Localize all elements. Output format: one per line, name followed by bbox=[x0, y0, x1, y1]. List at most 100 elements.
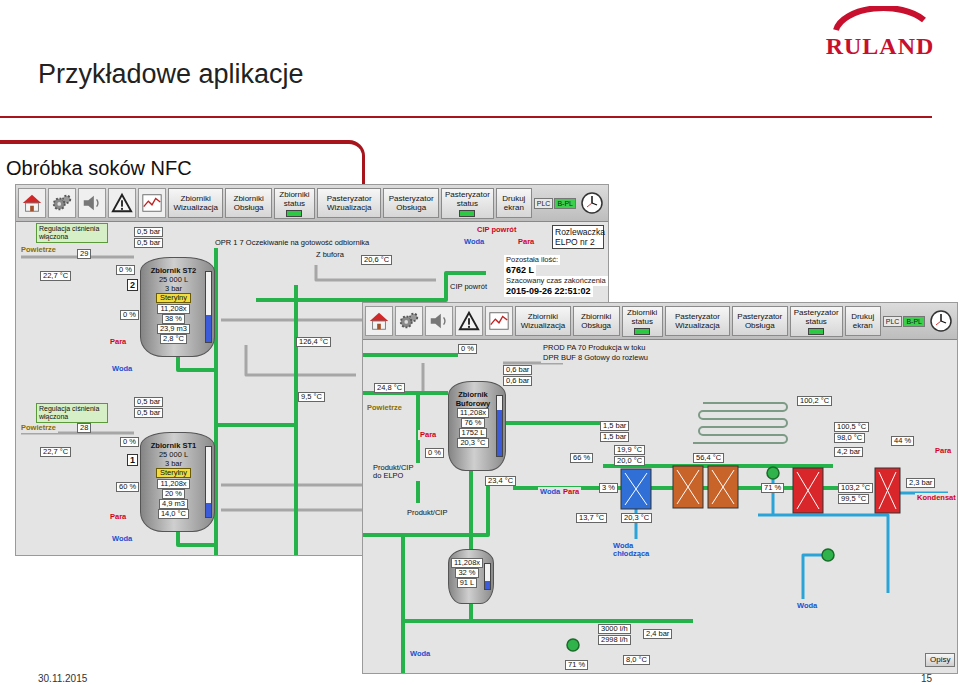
gears-icon[interactable] bbox=[395, 306, 423, 336]
pipe bbox=[316, 265, 436, 280]
plc-status: PLCB-PL bbox=[534, 198, 576, 209]
tank-reading: 76 % bbox=[461, 418, 484, 428]
process-label: 1,5 bar bbox=[600, 421, 629, 431]
process-label: 0 % bbox=[120, 310, 139, 320]
tank-spec: 3 bar bbox=[165, 284, 182, 293]
trend-icon[interactable] bbox=[138, 188, 166, 218]
toolbar-button[interactable]: Drukuj ekran bbox=[496, 188, 532, 218]
toolbar-button[interactable]: Zbiorniki status bbox=[274, 188, 315, 219]
trend-icon[interactable] bbox=[485, 306, 513, 336]
home-icon[interactable] bbox=[365, 306, 393, 336]
tank-status: Sterylny bbox=[156, 293, 191, 303]
tank-number: 1 bbox=[127, 454, 138, 466]
toolbar-button[interactable]: Zbiorniki Obsługa bbox=[573, 306, 620, 336]
slide-body: Obróbka soków NFCZbiorniki WizualizacjaZ… bbox=[0, 118, 960, 673]
heat-exchanger bbox=[875, 468, 900, 513]
pipe bbox=[422, 363, 425, 393]
toolbar-button-label: Zbiorniki Obsługa bbox=[229, 194, 267, 212]
process-label: Para bbox=[418, 430, 438, 440]
toolbar-button[interactable]: Pasteryzator status bbox=[441, 188, 494, 219]
toolbar-button[interactable]: Drukuj ekran bbox=[845, 306, 881, 336]
process-label: Woda bbox=[110, 534, 134, 544]
toolbar-button[interactable]: Zbiorniki Wizualizacja bbox=[515, 306, 571, 336]
pipe bbox=[506, 421, 613, 425]
toolbar-button[interactable]: Pasteryzator Obsługa bbox=[383, 188, 438, 218]
heat-exchanger bbox=[621, 469, 651, 509]
gears-icon[interactable] bbox=[48, 188, 76, 218]
speaker-icon[interactable] bbox=[425, 306, 453, 336]
toolbar-button-label: Pasteryzator Wizualizacja bbox=[669, 312, 726, 330]
tank-reading: 11,208x bbox=[157, 479, 189, 489]
tank-info: Zbiornik ST125 000 L3 barSterylny11,208x… bbox=[140, 432, 215, 532]
toolbar: Zbiorniki WizualizacjaZbiorniki ObsługaZ… bbox=[363, 303, 957, 340]
status-indicator bbox=[459, 210, 475, 217]
process-label: DPR BUF 8 Gotowy do rozlewu bbox=[541, 353, 650, 363]
process-label: Para bbox=[561, 487, 581, 497]
toolbar-button[interactable]: Zbiorniki status bbox=[622, 306, 663, 337]
tank-reading: 23,9 m3 bbox=[157, 324, 190, 334]
process-label: 24,8 °C bbox=[374, 383, 405, 393]
home-icon[interactable] bbox=[18, 188, 46, 218]
pipe bbox=[221, 484, 366, 487]
clock-icon bbox=[578, 188, 606, 218]
pipe bbox=[758, 515, 888, 593]
process-label: OPR 1 7 Oczekiwanie na gotowość odbiorni… bbox=[213, 238, 371, 248]
process-diagram: Zbiornik Buforowy11,208x76 %1752 L20,3 °… bbox=[363, 340, 957, 673]
toolbar-button[interactable]: Pasteryzator status bbox=[790, 306, 843, 337]
pump-icon[interactable] bbox=[822, 549, 834, 561]
toolbar-button-label: Pasteryzator status bbox=[794, 308, 839, 326]
process-label: Powietrze bbox=[19, 423, 58, 433]
pipe bbox=[178, 532, 216, 545]
process-label: 0 % bbox=[425, 448, 444, 458]
tank-level-bar bbox=[484, 563, 491, 590]
pump-icon[interactable] bbox=[767, 467, 779, 479]
toolbar-button[interactable]: Zbiorniki Wizualizacja bbox=[168, 188, 223, 218]
pipe bbox=[469, 471, 473, 549]
pipe bbox=[216, 423, 296, 427]
process-label: 2,3 bar bbox=[906, 478, 935, 488]
toolbar: Zbiorniki Wizualizacja Zbiorniki Obsługa Z… bbox=[16, 185, 608, 222]
process-label: 0,5 bar bbox=[134, 227, 163, 237]
descriptions-button[interactable]: Opisy bbox=[925, 653, 955, 667]
logo-text: RULAND bbox=[826, 32, 935, 60]
header-rule bbox=[0, 116, 932, 118]
process-label: 0 % bbox=[458, 344, 477, 354]
toolbar-button[interactable]: Pasteryzator Obsługa bbox=[732, 306, 788, 336]
process-label: 0,6 bar bbox=[503, 376, 532, 386]
process-label: Woda bbox=[408, 649, 432, 659]
heat-exchanger bbox=[708, 466, 738, 508]
process-label: Z bufora bbox=[314, 250, 346, 260]
tank[interactable]: Zbiornik Buforowy11,208x76 %1752 L20,3 °… bbox=[448, 381, 506, 471]
toolbar-button[interactable]: Zbiorniki Obsługa bbox=[225, 188, 271, 218]
process-label: 9,5 °C bbox=[298, 392, 325, 402]
tank[interactable]: 11,208x32 %91 L bbox=[448, 549, 494, 604]
toolbar-button[interactable]: Pasteryzator Wizualizacja bbox=[665, 306, 730, 336]
warning-icon[interactable] bbox=[455, 306, 483, 336]
tank-name: Zbiornik Buforowy bbox=[450, 390, 496, 408]
toolbar-button-label: Pasteryzator Wizualizacja bbox=[321, 194, 377, 212]
tank-spec: 3 bar bbox=[165, 459, 182, 468]
toolbar-button[interactable]: Pasteryzator Wizualizacja bbox=[317, 188, 381, 218]
plc-tag: PLC bbox=[883, 316, 903, 327]
pipe bbox=[178, 357, 216, 370]
tank[interactable]: 2Zbiornik ST225 000 L3 barSterylny11,208… bbox=[140, 257, 215, 357]
process-label: Para bbox=[108, 337, 128, 347]
process-label: 2998 l/h bbox=[598, 635, 631, 645]
plc-tag: B-PL bbox=[903, 316, 925, 327]
pipe bbox=[221, 319, 366, 322]
process-label: 44 % bbox=[891, 436, 914, 446]
process-label: 28 bbox=[77, 423, 91, 433]
speaker-icon[interactable] bbox=[78, 188, 106, 218]
process-label: 100,5 °C bbox=[834, 422, 869, 432]
warning-icon[interactable] bbox=[108, 188, 136, 218]
tank[interactable]: 1Zbiornik ST125 000 L3 barSterylny11,208… bbox=[140, 432, 215, 532]
slide-title: Przykładowe aplikacje bbox=[38, 0, 304, 90]
process-label: 20,6 °C bbox=[361, 255, 392, 265]
pipe bbox=[294, 285, 298, 555]
pump-icon[interactable] bbox=[567, 639, 579, 651]
toolbar-button-label: Zbiorniki Wizualizacja bbox=[172, 194, 219, 212]
toolbar-button-label: Pasteryzator Obsługa bbox=[387, 194, 434, 212]
process-label: 0 % bbox=[116, 265, 135, 275]
process-label: 0,5 bar bbox=[134, 397, 163, 407]
tank-spec: 25 000 L bbox=[159, 275, 188, 284]
